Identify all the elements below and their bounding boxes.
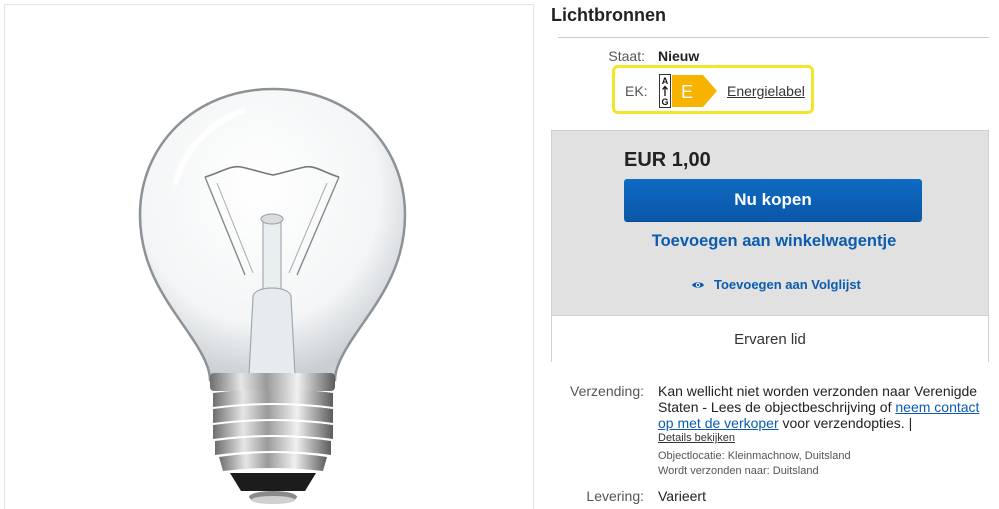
product-page: Lichtbronnen Staat: Nieuw EK: A G E Ener… <box>0 0 999 509</box>
eye-icon <box>691 280 705 290</box>
watchlist-label: Toevoegen aan Volglijst <box>714 277 861 292</box>
add-to-watchlist-button[interactable]: Toevoegen aan Volglijst <box>691 277 861 292</box>
price: EUR 1,00 <box>624 149 711 171</box>
light-bulb-image <box>138 87 407 504</box>
condition-label: Staat: <box>608 48 645 64</box>
purchase-box: EUR 1,00 Nu kopen Toevoegen aan winkelwa… <box>551 130 989 362</box>
ships-to: Wordt verzonden naar: Duitsland <box>658 465 819 477</box>
energy-scale-top: A <box>662 76 669 86</box>
seller-badge-label: Ervaren lid <box>734 330 806 348</box>
shipping-text: Kan wellicht niet worden verzonden naar … <box>658 383 988 431</box>
energy-label-prefix: EK: <box>625 83 648 99</box>
shipping-label: Verzending: <box>570 383 644 399</box>
product-image[interactable] <box>4 4 534 509</box>
shipping-notice-end: voor verzendopties. | <box>778 415 913 431</box>
page-title: Lichtbronnen <box>551 5 666 25</box>
energy-label-link[interactable]: Energielabel <box>727 83 805 99</box>
energy-label-box: EK: A G E Energielabel <box>612 65 814 114</box>
delivery-value: Varieert <box>658 488 706 504</box>
condition-value: Nieuw <box>658 48 700 64</box>
item-location: Objectlocatie: Kleinmachnow, Duitsland <box>658 450 851 462</box>
energy-scale-bottom: G <box>661 97 668 107</box>
delivery-label: Levering: <box>586 488 644 504</box>
buy-now-button[interactable]: Nu kopen <box>624 179 922 221</box>
seller-badge: Ervaren lid <box>552 315 988 362</box>
energy-class: E <box>681 82 693 102</box>
add-to-cart-button[interactable]: Toevoegen aan winkelwagentje <box>552 232 996 251</box>
divider <box>558 37 989 38</box>
shipping-details-link[interactable]: Details bekijken <box>658 432 735 444</box>
energy-class-icon[interactable]: A G E <box>659 74 719 108</box>
